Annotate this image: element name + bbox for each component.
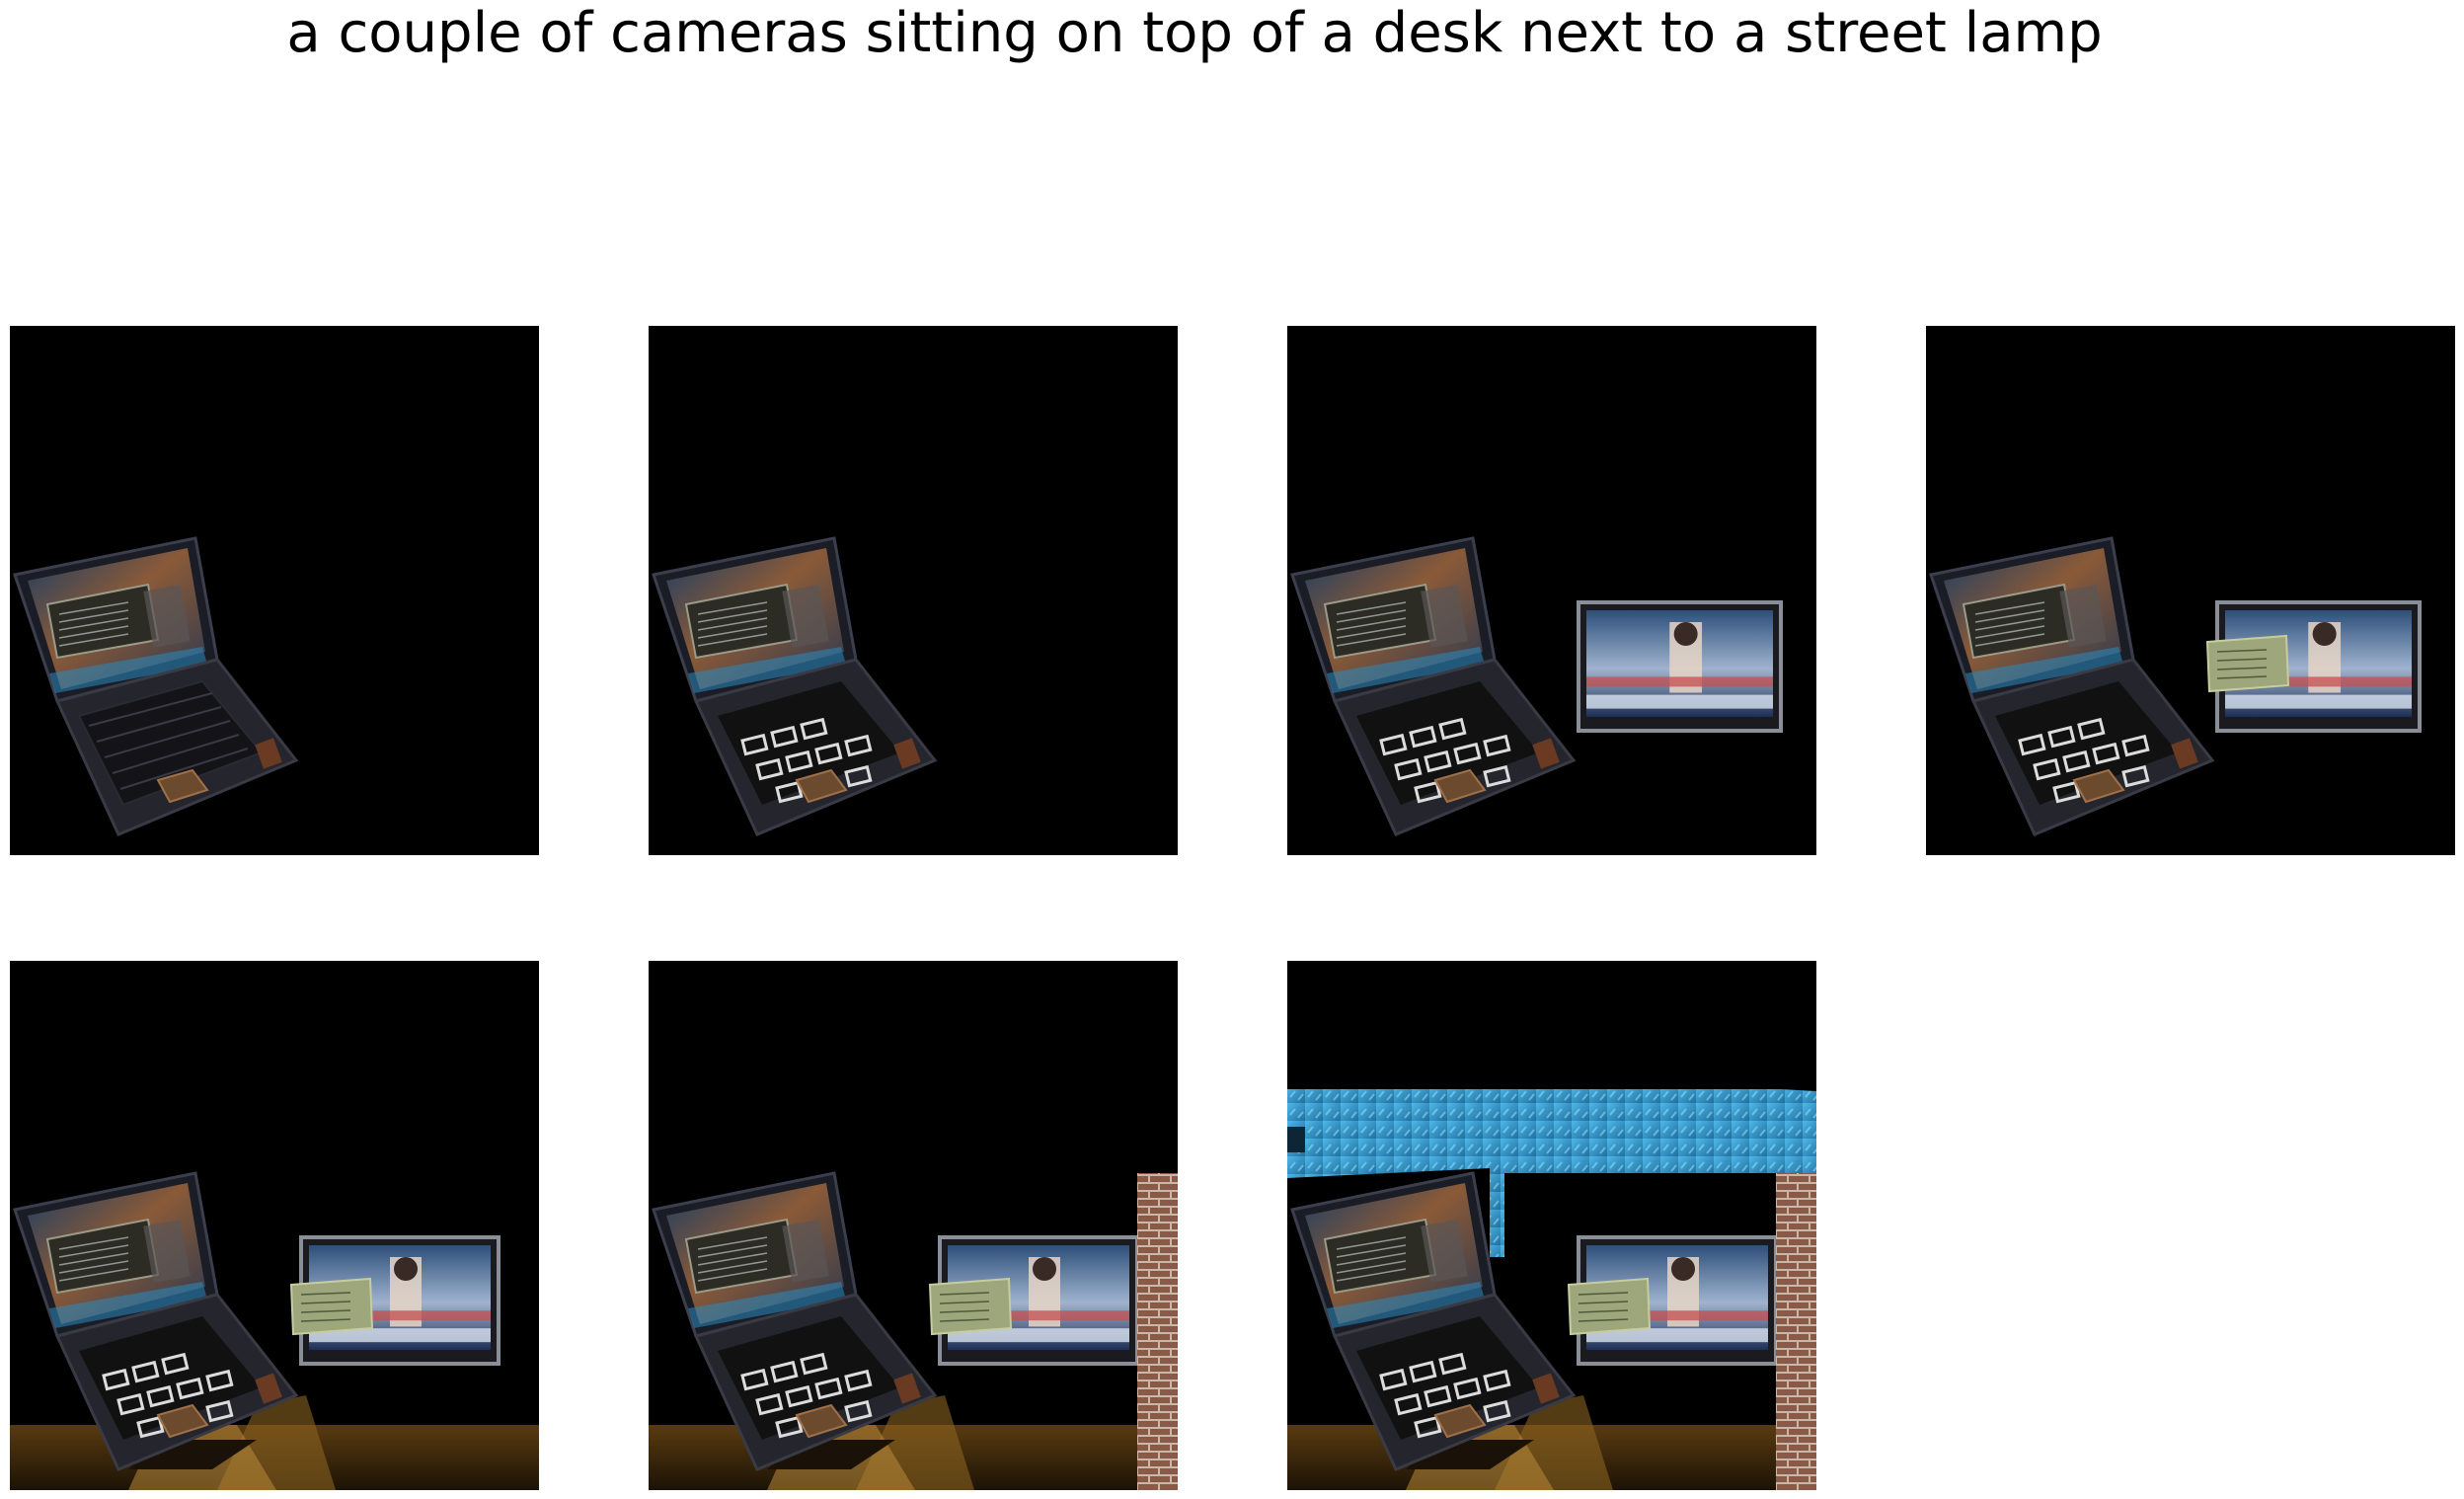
sticky-note-fragment [289,1277,374,1336]
lamp-fragment [1287,1395,1816,1490]
image-panel-7 [1287,961,1816,1490]
panel-canvas [652,536,938,836]
sticky-note-fragment [2205,634,2290,693]
image-panel-4 [1926,326,2455,855]
image-panel-6 [649,961,1178,1490]
image-panel-3 [1287,326,1816,855]
panel-canvas [649,1171,1178,1490]
laptop-fragment [1290,536,1577,836]
sticky-note-fragment [928,1277,1013,1336]
tv-fragment [1577,600,1783,733]
image-panel-5 [10,961,539,1490]
panel-canvas [1290,536,1783,836]
laptop-fragment [1929,536,2215,836]
brick-wall-fragment [1137,1173,1178,1490]
panel-canvas [10,1171,539,1490]
lamp-fragment [649,1395,1178,1490]
panel-canvas [13,536,299,836]
figure-title: a couple of cameras sitting on top of a … [286,1,2103,65]
laptop-fragment [652,536,938,836]
panel-canvas [1287,1089,1816,1490]
laptop-fragment [13,536,299,836]
image-panel-2 [649,326,1178,855]
image-panel-1 [10,326,539,855]
panel-canvas [1929,536,2422,836]
lamp-fragment [10,1395,539,1490]
brick-wall-fragment [1776,1173,1816,1490]
sticky-note-fragment [1567,1277,1652,1336]
